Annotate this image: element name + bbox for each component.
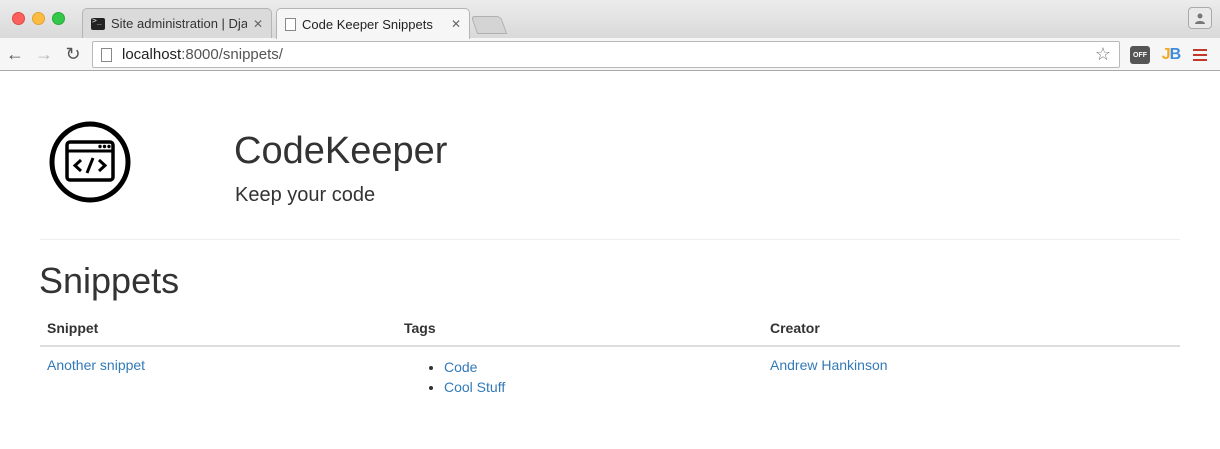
tab-site-administration[interactable]: Site administration | Django ✕ (82, 8, 272, 38)
creator-link[interactable]: Andrew Hankinson (770, 357, 888, 373)
table-row: Another snippet Code Cool Stuff Andrew H… (40, 347, 1180, 407)
list-item: Cool Stuff (444, 377, 505, 397)
zoom-window-button[interactable] (52, 12, 65, 25)
column-header-tags: Tags (404, 320, 436, 336)
menu-bar-icon (1193, 59, 1207, 61)
tab-code-keeper-snippets[interactable]: Code Keeper Snippets ✕ (276, 8, 470, 39)
menu-bar-icon (1193, 54, 1207, 56)
arrow-left-icon: ← (6, 43, 24, 64)
column-header-snippet: Snippet (47, 320, 99, 336)
url-text[interactable]: localhost:8000/snippets/ (122, 46, 1095, 63)
browser-toolbar: ← → ↻ localhost:8000/snippets/ ☆ OFF JB (0, 38, 1220, 71)
close-window-button[interactable] (12, 12, 25, 25)
tab-close-icon[interactable]: ✕ (451, 17, 461, 31)
reload-icon: ↻ (65, 43, 81, 64)
site-tagline: Keep your code (235, 184, 376, 206)
extension-off-button[interactable]: OFF (1130, 46, 1150, 64)
tag-link[interactable]: Cool Stuff (444, 379, 505, 395)
page-icon (101, 47, 112, 62)
back-button[interactable]: ← (4, 42, 26, 66)
table-header: Snippet Tags Creator (40, 310, 1180, 347)
tab-title: Code Keeper Snippets (302, 16, 433, 32)
tab-title: Site administration | Django (111, 16, 247, 31)
forward-button[interactable]: → (33, 42, 55, 66)
menu-bar-icon (1193, 49, 1207, 51)
snippet-cell: Another snippet (47, 357, 145, 373)
header-divider (40, 239, 1180, 240)
menu-button[interactable] (1192, 46, 1208, 64)
reload-button[interactable]: ↻ (62, 42, 84, 66)
page-title: Snippets (39, 260, 180, 301)
minimize-window-button[interactable] (32, 12, 45, 25)
tab-close-icon[interactable]: ✕ (253, 17, 263, 31)
list-item: Code (444, 357, 505, 377)
site-title: CodeKeeper (234, 130, 448, 172)
profile-button[interactable] (1188, 7, 1212, 29)
tags-cell: Code Cool Stuff (404, 357, 505, 397)
snippet-link[interactable]: Another snippet (47, 357, 145, 373)
tag-link[interactable]: Code (444, 359, 477, 375)
browser-tab-strip: Site administration | Django ✕ Code Keep… (0, 0, 1220, 39)
code-window-icon (49, 121, 131, 203)
column-header-creator: Creator (770, 320, 820, 336)
terminal-favicon-icon (91, 16, 105, 30)
tag-list: Code Cool Stuff (404, 357, 505, 397)
address-bar[interactable]: localhost:8000/snippets/ ☆ (92, 41, 1120, 68)
page-favicon-icon (285, 17, 296, 31)
page-content: CodeKeeper Keep your code Snippets Snipp… (0, 72, 1220, 449)
extension-jb-button[interactable]: JB (1160, 46, 1182, 64)
person-icon (1195, 13, 1205, 24)
creator-cell: Andrew Hankinson (770, 357, 888, 373)
new-tab-button[interactable] (470, 16, 508, 34)
snippets-table: Snippet Tags Creator Another snippet Cod… (40, 310, 1180, 407)
bookmark-star-icon[interactable]: ☆ (1095, 44, 1111, 65)
arrow-right-icon: → (35, 43, 53, 64)
